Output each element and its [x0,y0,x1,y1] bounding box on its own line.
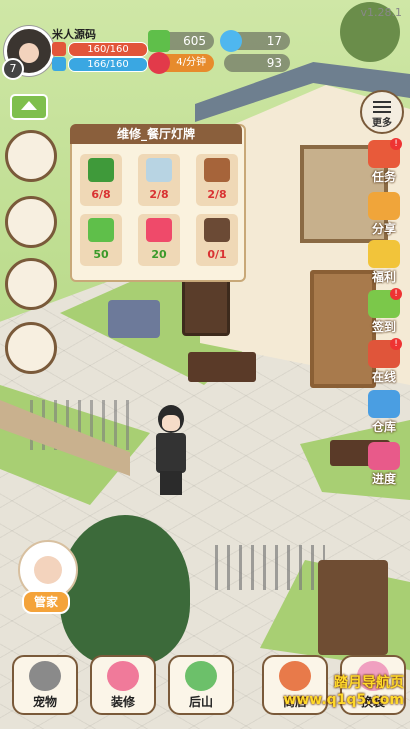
player-character[interactable] [150,405,190,495]
level-badge: 7 [2,58,24,80]
mp-bar: 166/160 [68,57,148,72]
menu-task[interactable]: 任务! [360,138,408,185]
menu-label: 进度 [371,472,396,486]
hp-bar: 160/160 [68,42,148,57]
bottom-cat-button[interactable]: 宠物 [12,655,78,715]
cash-counter[interactable]: 605 [148,30,214,52]
menu-share[interactable]: 分享 [360,192,408,237]
repair-item-slot[interactable]: 0/1 [196,214,238,266]
cat-icon [29,661,61,691]
character-body [156,433,186,473]
version-label: v1.28.1 [360,6,403,19]
butler-face [34,556,62,584]
salad-dish-button[interactable] [5,322,57,374]
repair-item-slot[interactable]: 20 [138,214,180,266]
repair-panel-title: 维修_餐厅灯牌 [70,124,242,144]
cash-value: 605 [183,34,206,48]
cash-icon [88,218,114,242]
bottom-paint-brush-button[interactable]: 装修 [90,655,156,715]
stone-icon [146,158,172,182]
energy-value: 93 [266,56,282,70]
collapse-up-button[interactable] [10,94,48,120]
menu-icon [373,101,391,113]
cash-icon [148,30,170,52]
energy-rate-value: 4/分钟 [176,57,206,68]
repair-item-count: 20 [151,248,167,261]
bottom-mountain-button[interactable]: 后山 [168,655,234,715]
wooden-chair[interactable] [318,560,388,655]
bench-button[interactable] [5,196,57,248]
energy-rate-counter[interactable]: 4/分钟 [148,52,214,74]
share-icon [368,192,400,220]
repair-item-slot[interactable]: 50 [80,214,122,266]
flower-planter[interactable] [108,300,160,338]
repair-panel: 维修_餐厅灯牌 6/8 2/8 2/8 50 20 0/1 [70,124,246,282]
repair-item-count: 2/8 [207,188,227,201]
repair-item-count: 2/8 [149,188,169,201]
heart-icon [148,52,170,74]
mp-text: 166/160 [87,59,129,70]
diamond-value: 17 [266,34,282,48]
pine-tree [60,515,190,665]
menu-online-clock[interactable]: 在线! [360,338,408,385]
repair-item-count: 6/8 [91,188,111,201]
bottom-button-label: 后山 [188,695,213,709]
character-face [162,415,180,431]
top-hud: v1.28.1 7 米人源码 160/160 166/160 605 17 4/… [0,0,410,80]
paint-brush-icon [107,661,139,691]
menu-signin[interactable]: 签到! [360,288,408,335]
diamond-counter[interactable]: 17 [220,30,290,52]
menu-label: 福利 [371,270,396,284]
wood-log-icon [204,158,230,182]
repair-item-count: 50 [93,248,109,261]
repair-item-slot[interactable]: 2/8 [138,154,180,206]
hp-icon [52,42,66,56]
heart-icon [146,218,172,242]
mp-icon [52,57,66,71]
hp-text: 160/160 [87,44,129,55]
wooden-bench[interactable] [188,352,256,382]
character-legs [160,471,182,495]
menu-label: 任务 [371,170,396,184]
avatar-face [19,43,39,63]
glove-tool-button[interactable] [5,258,57,310]
gift-icon [368,240,400,268]
menu-label: 在线 [371,370,396,384]
bottom-button-label: 宠物 [32,695,57,709]
menu-gift[interactable]: 福利 [360,240,408,285]
menu-label: 仓库 [371,420,396,434]
more-label: 更多 [372,118,392,129]
watermark: 踏月导航页 www.q1q5.com [283,672,404,708]
notification-badge: ! [390,138,402,150]
warehouse-icon [368,390,400,418]
mountain-icon [185,661,217,691]
menu-warehouse[interactable]: 仓库 [360,390,408,435]
butler-label[interactable]: 管家 [22,590,70,614]
repair-item-count: 0/1 [207,248,227,261]
garden-fence [215,545,325,590]
repair-item-slot[interactable]: 2/8 [196,154,238,206]
game-scene[interactable] [0,0,410,729]
progress-icon [368,442,400,470]
bottom-button-label: 装修 [110,695,135,709]
sign-board-button[interactable] [5,130,57,182]
more-button[interactable]: 更多 [360,90,404,134]
menu-progress[interactable]: 进度 [360,442,408,487]
menu-label: 签到 [371,320,396,334]
sign-board-icon [204,218,230,242]
notification-badge: ! [390,288,402,300]
watermark-line2: www.q1q5.com [283,692,404,708]
energy-counter[interactable]: 93 [224,54,290,72]
player-name: 米人源码 [52,28,96,41]
menu-label: 分享 [371,222,396,236]
notification-badge: ! [390,338,402,350]
repair-item-slot[interactable]: 6/8 [80,154,122,206]
diamond-icon [220,30,242,52]
scallion-icon [88,158,114,182]
watermark-line1: 踏月导航页 [334,675,404,691]
